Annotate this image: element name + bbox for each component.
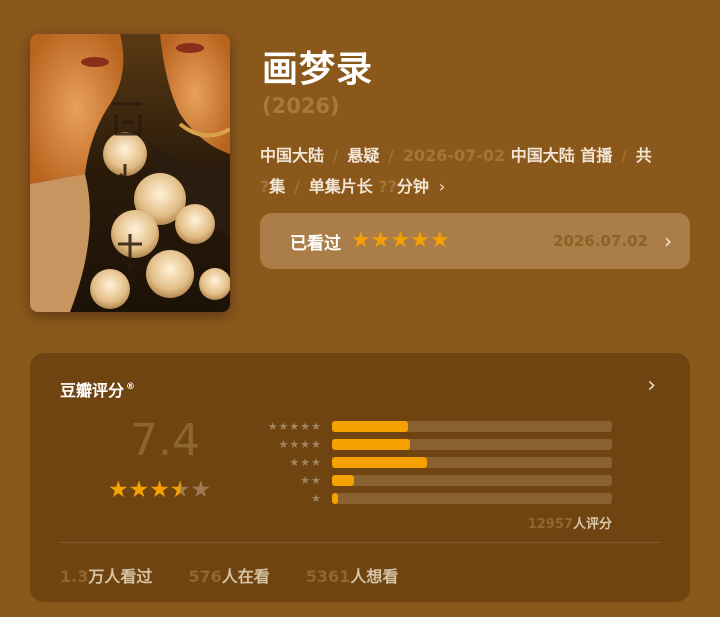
star-icon: ★ <box>149 477 170 503</box>
premiere-suffix: 首播 <box>580 146 613 165</box>
release-year: (2026) <box>262 94 340 118</box>
separator: / <box>294 177 300 196</box>
runtime-unit: 分钟 <box>396 177 429 196</box>
bar-star-label: ★★ <box>300 473 322 487</box>
bar-star-label: ★ <box>311 491 322 505</box>
episodes-suffix: 集 <box>269 177 286 196</box>
bar-fill <box>332 456 428 468</box>
page-title: 画梦录 <box>262 49 374 90</box>
audience-stats: 1.3万人看过 576人在看 5361人想看 <box>60 563 398 587</box>
stat-wish[interactable]: 5361人想看 <box>306 563 399 587</box>
star-icon: ★ <box>351 228 371 253</box>
bar-fill <box>332 420 408 432</box>
bar-star-label: ★★★★★ <box>267 419 322 433</box>
douban-rating-card[interactable]: 豆瓣评分 ® › 7.4 ★ ★ ★ ★ ★ ★★★★★ ★★★★ ★★★ ★★… <box>30 353 690 602</box>
empty-star-icon: ★ <box>190 477 212 503</box>
poster-image[interactable] <box>30 34 230 312</box>
rating-card-title-text: 豆瓣评分 <box>60 381 125 400</box>
star-icon: ★ <box>128 477 150 503</box>
separator: / <box>621 146 627 165</box>
bar-fill <box>332 438 411 450</box>
meta-info[interactable]: 中国大陆 / 悬疑 / 2026-07-02 中国大陆 首播 / 共 ?集 / 单集片长 ??分… <box>260 140 692 202</box>
rating-distribution: ★★★★★ ★★★★ ★★★ ★★ ★ <box>250 417 612 507</box>
stat-watching-label: 人在看 <box>221 567 270 586</box>
genre: 悬疑 <box>347 146 380 165</box>
stat-watched[interactable]: 1.3万人看过 <box>60 563 152 587</box>
bar-star-label: ★★★★ <box>278 437 322 451</box>
rating-bar-row: ★★★★ <box>250 435 612 453</box>
episodes-count: ? <box>260 177 270 196</box>
chevron-right-icon[interactable]: › <box>439 177 445 196</box>
bar-track <box>332 420 612 432</box>
chevron-right-icon[interactable]: › <box>664 229 672 253</box>
region: 中国大陆 <box>260 146 325 165</box>
bar-track <box>332 474 612 486</box>
bar-track <box>332 492 612 504</box>
runtime-value: ?? <box>378 177 397 196</box>
runtime-label: 单集片长 <box>308 177 373 196</box>
stat-wish-number: 5361 <box>305 567 351 586</box>
stat-watching[interactable]: 576人在看 <box>188 563 269 587</box>
stat-watched-label: 万人看过 <box>88 567 153 586</box>
votes-number: 12957 <box>527 517 573 532</box>
star-icon: ★ <box>410 228 430 253</box>
separator: / <box>388 146 394 165</box>
premiere-region: 中国大陆 <box>510 146 575 165</box>
star-icon: ★ <box>370 228 391 253</box>
rating-score: 7.4 <box>130 415 200 466</box>
rating-bar-row: ★★★ <box>250 453 612 471</box>
star-icon: ★ <box>429 228 450 253</box>
chevron-right-icon[interactable]: › <box>647 373 656 398</box>
stat-watching-number: 576 <box>188 567 222 586</box>
divider <box>60 542 660 543</box>
bar-track <box>332 456 612 468</box>
stat-watched-number: 1.3 <box>60 567 89 586</box>
watched-status-button[interactable]: 已看过 ★ ★ ★ ★ ★ 2026.07.02 › <box>260 213 690 269</box>
premiere-date: 2026-07-02 <box>402 146 506 165</box>
rating-bar-row: ★★★★★ <box>250 417 612 435</box>
rating-bar-row: ★★ <box>250 471 612 489</box>
stat-wish-label: 人想看 <box>350 567 399 586</box>
bar-fill <box>332 474 355 486</box>
bar-fill <box>332 492 338 504</box>
rating-card-title: 豆瓣评分 ® <box>60 377 135 401</box>
registered-mark: ® <box>126 382 136 392</box>
poster-artwork <box>30 34 230 312</box>
watched-date: 2026.07.02 <box>553 232 648 250</box>
star-icon: ★ <box>108 477 129 503</box>
bar-track <box>332 438 612 450</box>
page: 画梦录 (2026) 中国大陆 / 悬疑 / 2026-07-02 中国大陆 首播 / 共 … <box>0 0 720 617</box>
watched-label: 已看过 <box>290 233 341 254</box>
user-rating-stars: ★ ★ ★ ★ ★ <box>351 230 450 252</box>
rating-stars: ★ ★ ★ ★ ★ <box>108 479 211 502</box>
bar-star-label: ★★★ <box>289 455 322 469</box>
half-star-icon: ★ <box>169 477 191 503</box>
rating-bar-row: ★ <box>250 489 612 507</box>
separator: / <box>333 146 339 165</box>
votes-label: 人评分 <box>572 517 612 532</box>
votes-count: 12957人评分 <box>528 513 612 532</box>
star-icon: ★ <box>390 228 411 253</box>
episodes-prefix: 共 <box>635 146 652 165</box>
